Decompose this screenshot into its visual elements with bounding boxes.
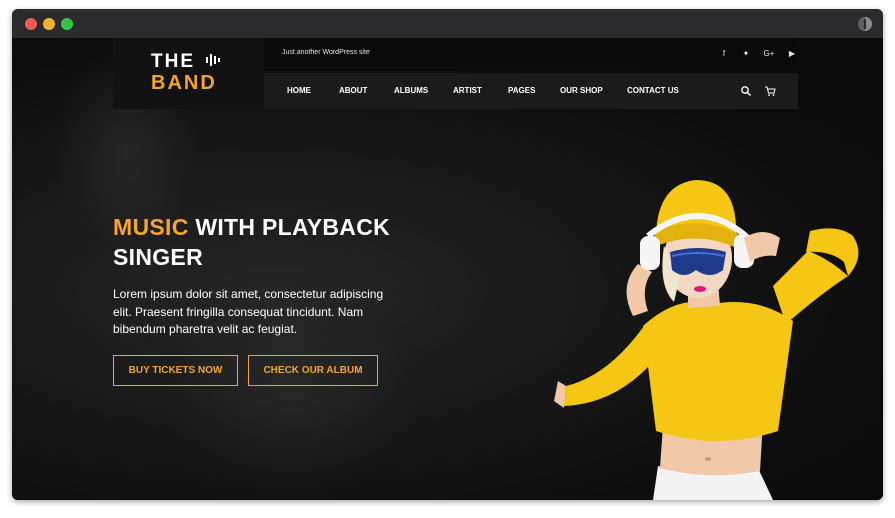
site-logo[interactable]: THE BAND xyxy=(113,38,264,109)
logo-text-the: THE xyxy=(151,51,195,72)
hero-description: Lorem ipsum dolor sit amet, consectetur … xyxy=(113,287,384,336)
cart-icon[interactable] xyxy=(764,85,776,97)
singer-image xyxy=(554,180,859,500)
nav-item-artist[interactable]: ARTIST xyxy=(453,73,482,109)
nav-item-our-shop[interactable]: OUR SHOP xyxy=(560,73,603,109)
hero-section: MUSIC WITH PLAYBACK SINGER Lorem ipsum d… xyxy=(113,212,433,339)
nav-item-about[interactable]: ABOUT xyxy=(339,73,367,109)
close-window-button[interactable] xyxy=(25,18,37,30)
browser-logo-icon xyxy=(858,17,872,31)
top-bar: Just another WordPress site f ✦ G+ ▶ xyxy=(264,38,798,71)
buy-tickets-button[interactable]: BUY TICKETS NOW xyxy=(113,355,238,386)
nav-item-home[interactable]: HOME xyxy=(287,73,311,109)
nav-item-pages[interactable]: PAGES xyxy=(508,73,535,109)
maximize-window-button[interactable] xyxy=(61,18,73,30)
facebook-icon[interactable]: f xyxy=(717,47,731,61)
main-navigation: HOME ABOUT ALBUMS ARTIST PAGES OUR SHOP … xyxy=(264,73,798,109)
twitter-icon[interactable]: ✦ xyxy=(739,47,753,61)
logo-text-band: BAND xyxy=(151,72,217,94)
nav-item-albums[interactable]: ALBUMS xyxy=(394,73,428,109)
site-tagline: Just another WordPress site xyxy=(282,49,370,56)
minimize-window-button[interactable] xyxy=(43,18,55,30)
hero-title-rest: WITH PLAYBACK xyxy=(188,214,391,240)
search-icon[interactable] xyxy=(740,85,752,97)
window-titlebar xyxy=(12,9,883,38)
google-plus-icon[interactable]: G+ xyxy=(762,47,776,61)
sound-wave-icon xyxy=(206,54,220,66)
page-viewport: THE BAND Just another WordPress site f ✦… xyxy=(12,38,883,500)
youtube-icon[interactable]: ▶ xyxy=(785,47,799,61)
nav-item-contact-us[interactable]: CONTACT US xyxy=(627,73,679,109)
hero-title-accent: MUSIC xyxy=(113,214,189,240)
hero-title-line2: SINGER xyxy=(113,244,203,270)
hero-title: MUSIC WITH PLAYBACK SINGER xyxy=(113,212,433,272)
check-album-button[interactable]: CHECK OUR ALBUM xyxy=(248,355,378,386)
browser-window: THE BAND Just another WordPress site f ✦… xyxy=(12,9,883,500)
